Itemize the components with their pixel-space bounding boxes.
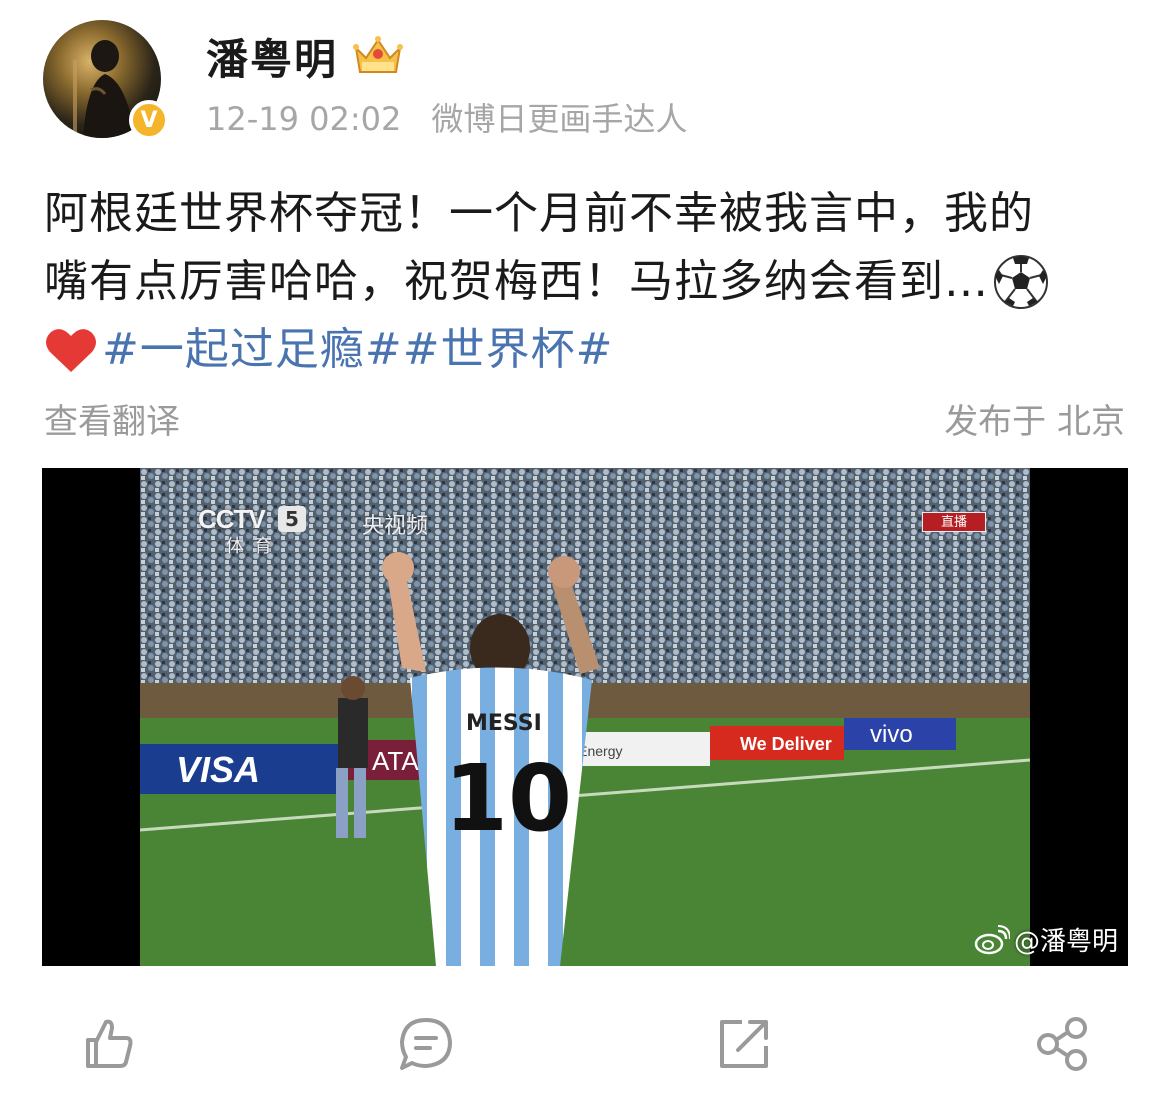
video-frame: VISA ATAR atarEnergy We Deliver vivo MES… <box>140 468 1030 966</box>
watermark-text: @潘粤明 <box>1013 927 1118 957</box>
post-line-2: 嘴有点厉害哈哈，祝贺梅西！马拉多纳会看到… <box>44 248 1134 316</box>
post-meta: 12-19 02:02 微博日更画手达人 <box>206 94 687 140</box>
ad-visa: VISA <box>176 749 260 790</box>
translate-link[interactable]: 查看翻译 <box>44 394 180 443</box>
soccer-ball-icon <box>994 255 1048 309</box>
channel-sub: 体育 <box>226 536 282 557</box>
timestamp: 12-19 02:02 <box>206 100 402 138</box>
ad-vivo: vivo <box>870 721 913 748</box>
heart-icon <box>46 329 96 372</box>
post-location: 发布于 北京 <box>944 402 1125 442</box>
repost-icon <box>720 1020 768 1068</box>
video-player[interactable]: VISA ATAR atarEnergy We Deliver vivo MES… <box>42 468 1128 966</box>
watermark: @潘粤明 <box>974 921 1118 958</box>
channel-logo: CCTV <box>198 504 266 534</box>
hashtag-football[interactable]: #一起过足瘾# <box>102 316 403 384</box>
app-logo: 央视频 <box>362 514 429 539</box>
comment-button[interactable] <box>398 1016 454 1072</box>
weibo-logo-icon <box>974 924 1010 954</box>
live-badge: 直播 <box>922 512 986 532</box>
share-button[interactable] <box>1034 1016 1090 1072</box>
username[interactable]: 潘粤明 <box>206 26 338 87</box>
jersey-name: MESSI <box>466 711 542 736</box>
share-icon <box>1037 1017 1087 1071</box>
like-icon <box>86 1019 133 1068</box>
repost-button[interactable] <box>716 1016 772 1072</box>
post-line-3: #一起过足瘾# #世界杯# <box>44 316 1134 384</box>
source-label[interactable]: 微博日更画手达人 <box>431 100 687 138</box>
post-line-2-text: 嘴有点厉害哈哈，祝贺梅西！马拉多纳会看到… <box>44 256 989 307</box>
verified-badge: V <box>129 100 169 140</box>
post-text: 阿根廷世界杯夺冠！一个月前不幸被我言中，我的 嘴有点厉害哈哈，祝贺梅西！马拉多纳… <box>44 180 1134 384</box>
post-line-1: 阿根廷世界杯夺冠！一个月前不幸被我言中，我的 <box>44 188 1034 239</box>
channel-number: 5 <box>278 506 306 532</box>
hashtag-world-cup[interactable]: #世界杯# <box>403 316 614 384</box>
like-button[interactable] <box>80 1016 136 1072</box>
crown-badge-icon[interactable] <box>350 32 406 76</box>
ad-mcdonalds: We Deliver <box>740 734 832 754</box>
comment-icon <box>400 1018 452 1070</box>
jersey-number: 10 <box>444 745 572 852</box>
